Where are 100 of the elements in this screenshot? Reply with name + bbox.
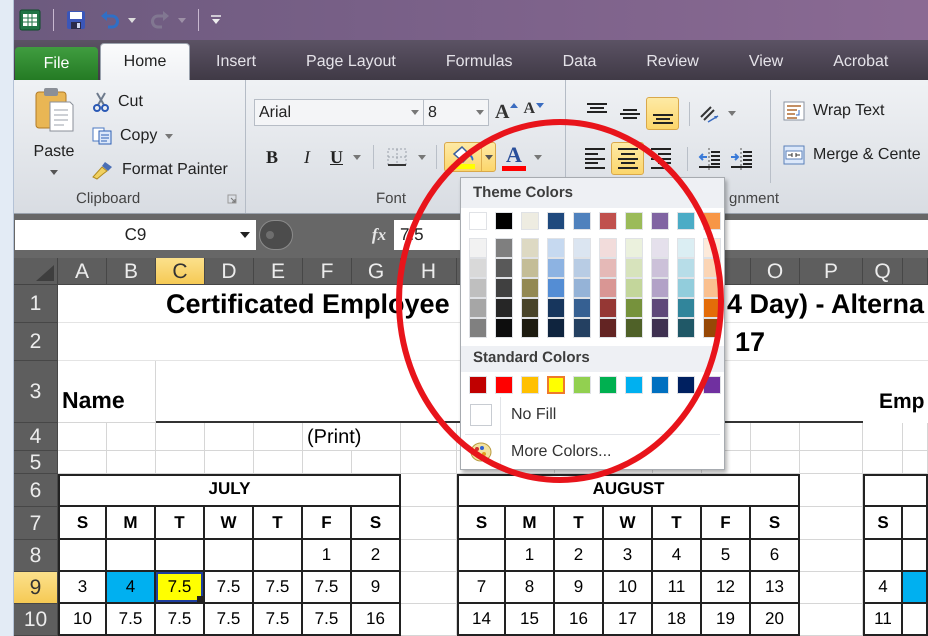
calendar-cell[interactable]: 18 [653,604,702,636]
grid-cell[interactable] [401,474,457,507]
grid-cell[interactable] [903,451,928,474]
grid-cell[interactable] [401,451,457,474]
calendar-cell[interactable]: 1 [506,540,555,572]
calendar-cell[interactable]: 11 [653,572,702,604]
grid-cell[interactable] [401,604,457,636]
calendar-cell[interactable]: 16 [352,604,401,636]
grid-cell[interactable] [156,423,205,451]
calendar-cell[interactable]: 19 [702,604,751,636]
grid-cell[interactable] [107,451,156,474]
column-header[interactable]: B [107,258,156,285]
calendar-cell[interactable]: 4 [107,572,156,604]
row-header[interactable]: 2 [14,323,58,361]
calendar-cell[interactable] [107,540,156,572]
row-header[interactable]: 9 [14,572,58,604]
ribbon-tab[interactable]: Home [100,43,190,80]
grid-cell[interactable] [751,423,800,451]
paste-button[interactable]: Paste [24,84,84,180]
calendar-cell[interactable]: 7.5 [254,604,303,636]
calendar-cell[interactable]: 10 [604,572,653,604]
italic-button[interactable]: I [295,143,319,171]
row-header[interactable]: 8 [14,540,58,572]
calendar-cell[interactable]: 7.5 [156,604,205,636]
grid-cell[interactable] [205,423,254,451]
color-swatch[interactable] [547,376,565,394]
resize-handle[interactable] [259,220,293,250]
grid-cell[interactable] [58,451,107,474]
ribbon-tab[interactable]: Data [538,43,620,80]
align-center-button[interactable] [611,142,644,175]
calendar-cell[interactable]: 7.5 [205,572,254,604]
grid-cell[interactable] [863,451,903,474]
grid-cell[interactable] [800,572,863,604]
calendar-cell[interactable]: 4 [653,540,702,572]
calendar-cell[interactable]: 11 [863,604,903,636]
column-header[interactable]: D [205,258,254,285]
grid-cell[interactable]: (Print) [303,423,401,451]
grid-cell[interactable] [401,572,457,604]
calendar-cell[interactable] [903,572,928,604]
select-all-button[interactable] [14,258,58,285]
row-header[interactable]: 3 [14,361,58,423]
grid-cell[interactable] [401,423,457,451]
grid-cell[interactable] [156,451,205,474]
calendar-cell[interactable]: 7.5 [205,604,254,636]
ribbon-tab[interactable]: Acrobat [809,43,912,80]
calendar-cell[interactable]: 6 [751,540,800,572]
grid-cell[interactable] [107,423,156,451]
calendar-cell[interactable]: 7.5 [156,572,205,604]
grid-cell[interactable] [903,423,928,451]
font-size-dropdown[interactable]: 8 [424,99,489,126]
row-header[interactable]: 4 [14,423,58,451]
grid-cell[interactable] [800,604,863,636]
ribbon-tab[interactable]: Page Layout [282,43,420,80]
grid-cell[interactable] [303,451,352,474]
row-header[interactable]: 10 [14,604,58,636]
copy-button[interactable]: Copy [90,122,230,150]
calendar-cell[interactable]: 13 [751,572,800,604]
grid-cell[interactable] [800,540,863,572]
shrink-font-button[interactable]: A [523,99,544,118]
calendar-cell[interactable]: 17 [604,604,653,636]
column-header[interactable]: H [401,258,457,285]
calendar-cell[interactable]: 1 [303,540,352,572]
grid-cell[interactable] [863,423,903,451]
column-header[interactable]: G [352,258,401,285]
calendar-cell[interactable]: 7.5 [303,604,352,636]
grid-cell[interactable] [800,423,863,451]
grow-font-button[interactable]: A [495,99,518,126]
row-header[interactable]: 6 [14,474,58,507]
column-header[interactable]: C [156,258,205,285]
calendar-cell[interactable]: 16 [555,604,604,636]
format-painter-button[interactable]: Format Painter [90,156,230,184]
font-name-dropdown[interactable]: Arial [254,99,424,126]
column-header[interactable]: A [58,258,107,285]
wrap-text-button[interactable]: Wrap Text [783,97,921,125]
insert-function-button[interactable]: fx [364,220,394,250]
grid-cell[interactable] [401,540,457,572]
row-header[interactable]: 7 [14,507,58,540]
calendar-cell[interactable]: 8 [506,572,555,604]
calendar-cell[interactable] [254,540,303,572]
grid-cell[interactable] [205,451,254,474]
calendar-cell[interactable] [903,540,928,572]
calendar-cell[interactable]: 20 [751,604,800,636]
calendar-cell[interactable]: 9 [555,572,604,604]
bold-button[interactable]: B [260,143,284,171]
more-colors-option[interactable]: More Colors... [461,435,724,469]
calendar-cell[interactable]: 7.5 [107,604,156,636]
calendar-cell[interactable] [58,540,107,572]
font-color-button[interactable]: A [502,142,542,172]
align-bottom-button[interactable] [646,97,679,130]
column-header[interactable]: F [303,258,352,285]
grid-cell[interactable] [401,507,457,540]
calendar-cell[interactable]: 12 [702,572,751,604]
underline-button[interactable]: U [330,143,361,171]
ribbon-tab[interactable]: Insert [192,43,280,80]
calendar-cell[interactable] [457,540,506,572]
column-header[interactable]: Q [863,258,903,285]
calendar-cell[interactable] [156,540,205,572]
calendar-cell[interactable]: 7 [457,572,506,604]
row-header[interactable]: 5 [14,451,58,474]
calendar-cell[interactable]: 14 [457,604,506,636]
